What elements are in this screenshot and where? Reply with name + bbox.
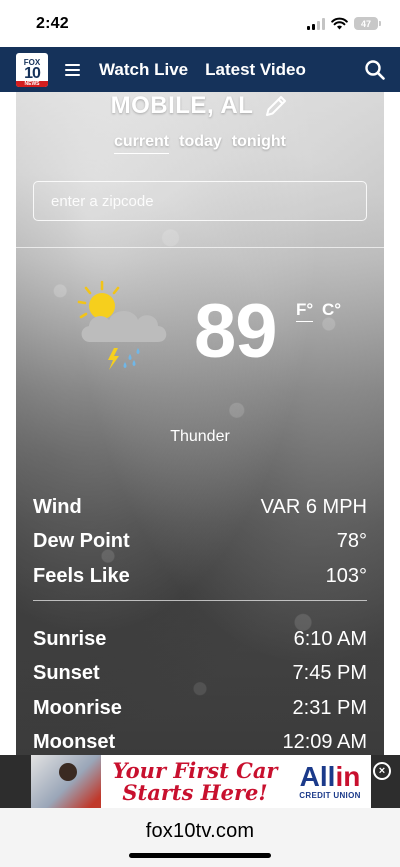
ad-bar: Your First Car Starts Here! Allin CREDIT… (0, 755, 400, 808)
astro-row-moonset: Moonset 12:09 AM (33, 726, 367, 756)
ad-brand-logo: Allin CREDIT UNION (289, 755, 371, 808)
battery-level: 47 (360, 18, 371, 29)
ad-brand-name: Allin (299, 761, 361, 792)
fox10-logo[interactable]: FOX 10 NEWS (16, 52, 48, 87)
menu-icon[interactable] (65, 63, 80, 76)
status-bar: 2:42 47 (0, 0, 400, 47)
search-icon[interactable] (364, 59, 386, 81)
zipcode-input[interactable] (33, 181, 367, 221)
status-time: 2:42 (36, 14, 69, 32)
section-divider (16, 247, 384, 248)
sun-cloud-thunder-rain-icon (77, 280, 167, 370)
url-text[interactable]: fox10tv.com (146, 820, 255, 867)
detail-row-feels-like: Feels Like 103° (33, 559, 367, 594)
weather-details-list: Wind VAR 6 MPH Dew Point 78° Feels Like … (33, 490, 367, 594)
browser-url-bar[interactable]: fox10tv.com (0, 808, 400, 867)
location-name: MOBILE, AL (110, 92, 254, 119)
ad-headline-line1: Your First Car (112, 757, 278, 783)
cellular-signal-icon (307, 17, 325, 30)
detail-value: 103° (325, 564, 367, 587)
location-header: MOBILE, AL (16, 92, 384, 120)
astro-row-sunrise: Sunrise 6:10 AM (33, 622, 367, 657)
astronomy-list: Sunrise 6:10 AM Sunset 7:45 PM Moonrise … (33, 622, 367, 755)
detail-value: 78° (336, 530, 367, 553)
close-ad-icon[interactable]: × (373, 762, 391, 780)
ad-headline: Your First Car Starts Here! (101, 757, 289, 805)
astro-label: Moonrise (33, 696, 122, 719)
astro-row-moonrise: Moonrise 2:31 PM (33, 691, 367, 726)
detail-label: Wind (33, 495, 82, 518)
unit-fahrenheit-toggle[interactable]: F° (296, 300, 314, 322)
unit-celsius-toggle[interactable]: C° (322, 300, 341, 320)
astro-label: Sunrise (33, 627, 107, 650)
current-temperature: 89 (194, 289, 278, 374)
wifi-icon (331, 17, 348, 30)
forecast-tabs: current today tonight (16, 133, 384, 154)
tab-tonight[interactable]: tonight (232, 133, 286, 154)
home-indicator[interactable] (129, 853, 271, 858)
detail-label: Feels Like (33, 564, 130, 587)
ad-banner[interactable]: Your First Car Starts Here! Allin CREDIT… (31, 755, 371, 808)
edit-pencil-icon[interactable] (263, 93, 289, 119)
weather-condition: Thunder (170, 428, 230, 445)
astro-label: Moonset (33, 731, 116, 754)
weather-panel: MOBILE, AL current today tonight 89 (16, 92, 384, 755)
detail-label: Dew Point (33, 530, 130, 553)
site-navbar: FOX 10 NEWS Watch Live Latest Video (0, 47, 400, 92)
logo-number-text: 10 (24, 64, 41, 82)
detail-row-dew-point: Dew Point 78° (33, 525, 367, 560)
nav-latest-video[interactable]: Latest Video (205, 60, 306, 80)
battery-icon: 47 (354, 17, 381, 30)
astro-row-sunset: Sunset 7:45 PM (33, 657, 367, 692)
nav-watch-live[interactable]: Watch Live (99, 60, 188, 80)
astro-value: 6:10 AM (293, 627, 367, 650)
status-icons: 47 (307, 17, 381, 30)
tab-current[interactable]: current (114, 133, 170, 154)
astro-value: 12:09 AM (282, 731, 367, 754)
ad-brand-sub: CREDIT UNION (299, 791, 361, 800)
astro-value: 7:45 PM (292, 662, 367, 685)
detail-value: VAR 6 MPH (260, 495, 367, 518)
detail-row-wind: Wind VAR 6 MPH (33, 490, 367, 525)
section-divider (33, 600, 367, 601)
ad-headline-line2: Starts Here! (122, 779, 268, 805)
ad-photo (31, 755, 101, 808)
astro-value: 2:31 PM (292, 696, 367, 719)
tab-today[interactable]: today (179, 133, 222, 154)
astro-label: Sunset (33, 662, 100, 685)
logo-news-text: NEWS (16, 80, 48, 87)
